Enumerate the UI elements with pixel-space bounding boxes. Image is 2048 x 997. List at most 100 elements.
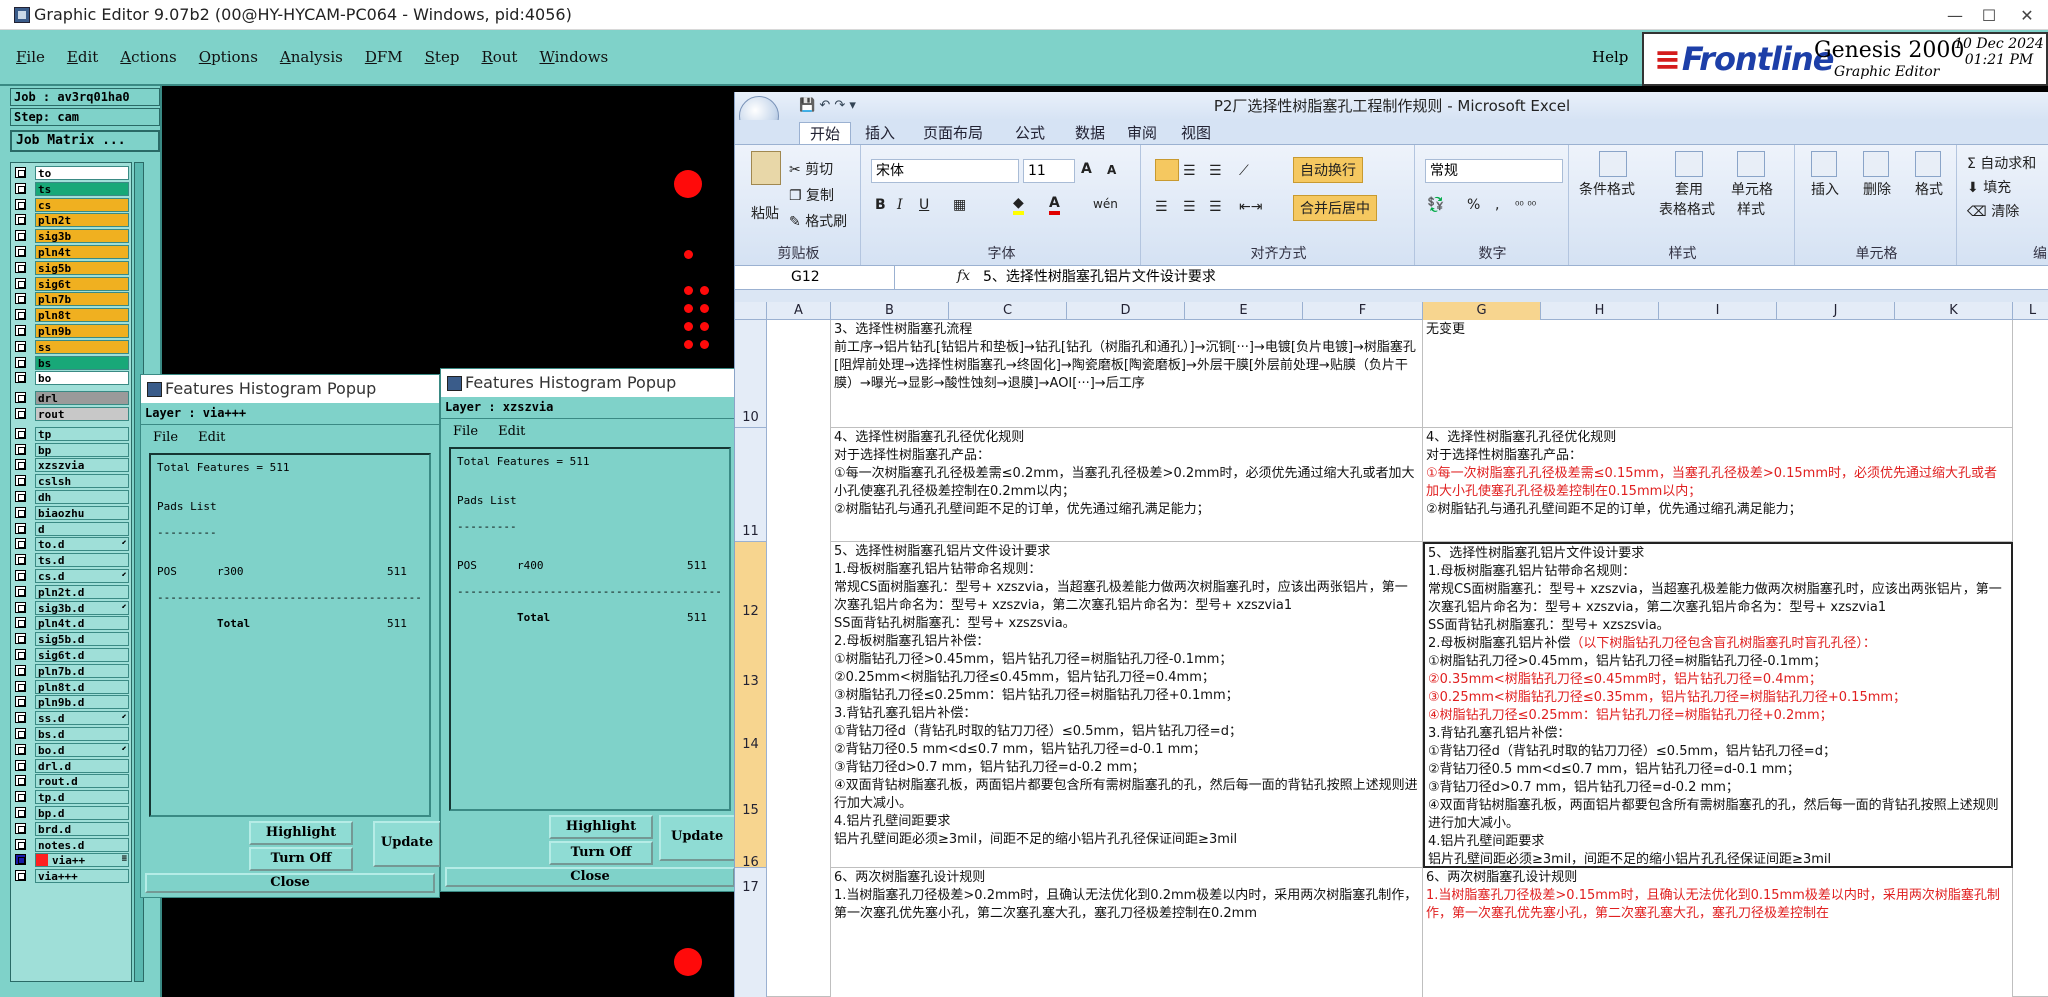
- layer-checkbox[interactable]: [15, 167, 26, 178]
- layer-row[interactable]: drl: [15, 391, 129, 406]
- layer-row[interactable]: to.d ⬋: [15, 537, 129, 552]
- column-header[interactable]: C: [949, 302, 1067, 320]
- layer-checkbox[interactable]: [15, 649, 26, 660]
- cell-g11[interactable]: 4、选择性树脂塞孔孔径优化规则 对于选择性树脂塞孔产品： ①每一次树脂塞孔孔径极…: [1423, 428, 2013, 542]
- layer-checkbox[interactable]: [15, 506, 26, 518]
- popup-menu-file[interactable]: File: [153, 430, 178, 445]
- layer-checkbox[interactable]: [15, 475, 26, 487]
- fill-button[interactable]: ⬇ 填充: [1967, 177, 2011, 197]
- layer-checkbox[interactable]: [15, 696, 26, 708]
- layer-row[interactable]: ts: [15, 181, 129, 196]
- layer-row[interactable]: to: [15, 166, 129, 180]
- layer-checkbox[interactable]: [15, 356, 26, 368]
- menu-dfm[interactable]: DFM: [365, 48, 403, 66]
- grow-font-button[interactable]: A: [1081, 161, 1092, 177]
- layer-row[interactable]: sig6t: [15, 276, 129, 291]
- layer-row[interactable]: sig5b: [15, 260, 129, 275]
- ribbon-tab[interactable]: 数据: [1075, 122, 1105, 144]
- menu-windows[interactable]: Windows: [539, 48, 608, 66]
- highlight-button[interactable]: Highlight: [549, 815, 653, 839]
- layer-checkbox[interactable]: [15, 277, 26, 289]
- layer-checkbox[interactable]: [15, 870, 26, 882]
- layer-checkbox[interactable]: [15, 230, 26, 242]
- layer-checkbox[interactable]: [15, 570, 26, 581]
- cell-b17[interactable]: 6、两次树脂塞孔设计规则 1.当树脂塞孔刀径极差>0.2mm时，且确认无法优化到…: [831, 868, 1423, 997]
- row-header[interactable]: 15: [735, 766, 767, 828]
- layer-checkbox[interactable]: [15, 554, 26, 566]
- cell-g12-selected[interactable]: 5、选择性树脂塞孔铝片文件设计要求 1.母板树脂塞孔铝片钻带命名规则： 常规CS…: [1423, 542, 2013, 868]
- indent-button[interactable]: ⇤⇥: [1239, 199, 1262, 215]
- row-header[interactable]: 16: [735, 828, 767, 870]
- layer-row[interactable]: pln8t: [15, 308, 129, 323]
- cell-b10[interactable]: 3、选择性树脂塞孔流程 前工序→铝片钻孔[钻铝片和垫板]→钻孔[钻孔（树脂孔和通…: [831, 320, 1423, 428]
- column-header[interactable]: L: [2013, 302, 2048, 320]
- layer-checkbox[interactable]: [15, 408, 26, 419]
- cell-style-label1[interactable]: 单元格: [1731, 179, 1773, 199]
- copy-button[interactable]: ❐ 复制: [789, 185, 834, 205]
- layer-checkbox[interactable]: [15, 261, 26, 273]
- table-format-label2[interactable]: 表格格式: [1659, 199, 1715, 219]
- align-bottom-button[interactable]: ☰: [1209, 163, 1222, 179]
- layer-checkbox[interactable]: [15, 601, 26, 613]
- layer-row[interactable]: bs: [15, 355, 129, 370]
- layer-checkbox[interactable]: [15, 791, 26, 803]
- layer-row[interactable]: bp: [15, 442, 129, 457]
- layer-checkbox[interactable]: [15, 427, 26, 439]
- ribbon-tab[interactable]: 视图: [1181, 122, 1211, 144]
- column-header[interactable]: H: [1541, 302, 1659, 320]
- layer-row[interactable]: ss.d ⬋: [15, 711, 129, 726]
- format-button[interactable]: 格式: [1915, 179, 1943, 199]
- menu-analysis[interactable]: Analysis: [280, 48, 343, 66]
- layer-row[interactable]: sig5b.d: [15, 632, 129, 647]
- column-header[interactable]: B: [831, 302, 949, 320]
- layer-row[interactable]: pln8t.d: [15, 679, 129, 694]
- ribbon-tab[interactable]: 开始: [799, 122, 852, 144]
- layer-checkbox[interactable]: [15, 491, 26, 502]
- layer-row[interactable]: sig3b: [15, 229, 129, 244]
- paste-button[interactable]: 粘贴: [751, 203, 779, 223]
- layer-checkbox[interactable]: [15, 246, 26, 257]
- layer-row[interactable]: dh: [15, 490, 129, 504]
- font-color-button[interactable]: A: [1049, 195, 1060, 215]
- underline-button[interactable]: U: [919, 197, 929, 213]
- worksheet-grid[interactable]: 10 11 12 13 14 15 16 17 3、选择性树脂塞孔流程 前工序→…: [735, 320, 2048, 997]
- layer-row[interactable]: tp.d: [15, 790, 129, 805]
- row-header[interactable]: 14: [735, 702, 767, 766]
- layer-row[interactable]: pln9b: [15, 324, 129, 338]
- number-format-select[interactable]: 常规: [1425, 159, 1563, 183]
- layer-row[interactable]: notes.d: [15, 837, 129, 852]
- turn-off-button[interactable]: Turn Off: [549, 841, 653, 865]
- name-box[interactable]: G12: [735, 266, 895, 289]
- column-a-cells[interactable]: [767, 320, 831, 997]
- layer-checkbox[interactable]: [15, 712, 26, 724]
- row-header[interactable]: 13: [735, 622, 767, 702]
- layer-checkbox[interactable]: [15, 633, 26, 645]
- select-all-corner[interactable]: [735, 302, 767, 320]
- layer-row[interactable]: pln4t: [15, 245, 129, 259]
- layer-checkbox[interactable]: [15, 459, 26, 471]
- column-header[interactable]: E: [1185, 302, 1303, 320]
- column-header[interactable]: G: [1423, 302, 1541, 320]
- formula-content[interactable]: 5、选择性树脂塞孔铝片文件设计要求: [983, 266, 1216, 289]
- layer-checkbox[interactable]: [15, 838, 26, 850]
- menu-help[interactable]: Help: [1592, 48, 1628, 66]
- layer-row[interactable]: sig3b.d ⬋: [15, 600, 129, 615]
- update-button[interactable]: Update: [373, 821, 441, 867]
- insert-button[interactable]: 插入: [1811, 179, 1839, 199]
- layer-checkbox[interactable]: [15, 585, 26, 597]
- column-header[interactable]: J: [1777, 302, 1895, 320]
- menu-options[interactable]: Options: [199, 48, 258, 66]
- layer-checkbox[interactable]: [15, 293, 26, 305]
- layer-row[interactable]: sig6t.d: [15, 648, 129, 662]
- column-l-cells[interactable]: [2013, 320, 2048, 997]
- orientation-button[interactable]: ⟋: [1239, 163, 1249, 179]
- layer-checkbox[interactable]: [15, 443, 26, 455]
- popup-close-button[interactable]: Close: [445, 867, 735, 887]
- row-header[interactable]: 12: [735, 542, 767, 622]
- popup-title[interactable]: Features Histogram Popup: [141, 375, 439, 403]
- popup-menu-edit[interactable]: Edit: [498, 424, 525, 439]
- layer-row[interactable]: pln7b: [15, 292, 129, 307]
- layer-row[interactable]: bo.d ⬋: [15, 742, 129, 757]
- layer-row[interactable]: xzszvia: [15, 458, 129, 473]
- border-button[interactable]: ▦: [953, 197, 966, 213]
